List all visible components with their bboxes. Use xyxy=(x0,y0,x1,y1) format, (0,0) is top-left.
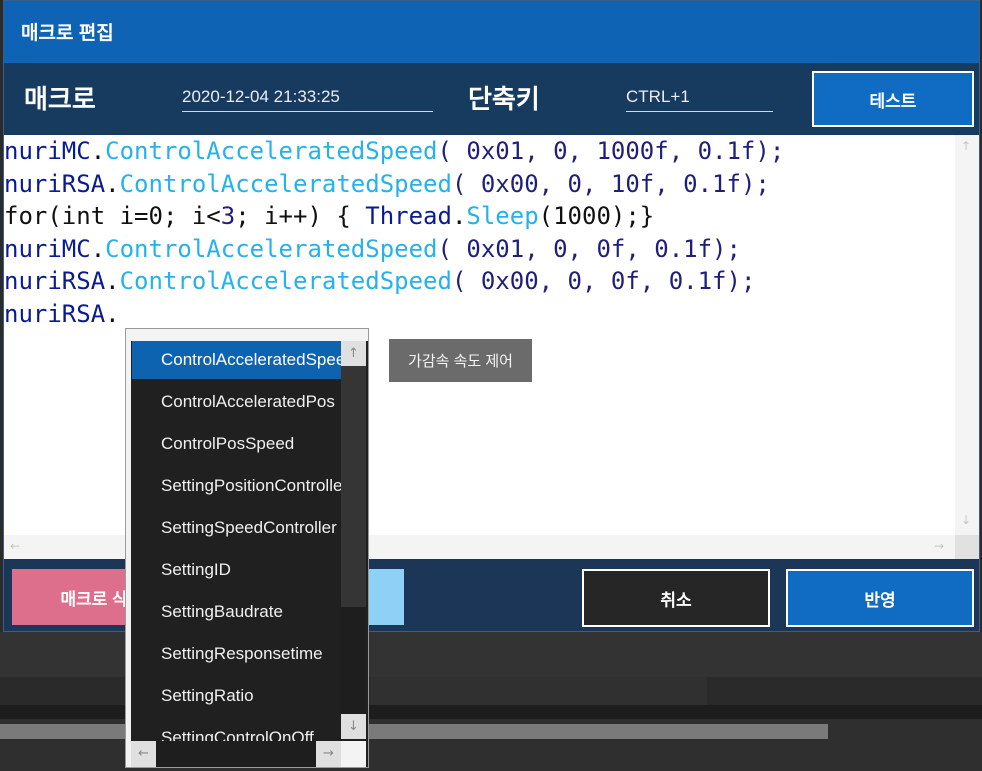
shortcut-field[interactable]: CTRL+1 xyxy=(626,83,773,112)
code-token: (1000);} xyxy=(538,202,655,230)
autocomplete-item[interactable]: SettingSpeedController xyxy=(132,509,341,547)
scroll-down-icon[interactable]: ↓ xyxy=(961,513,971,527)
code-token: ControlAcceleratedSpeed xyxy=(119,267,452,295)
code-token: 3 xyxy=(220,202,236,230)
code-token: ( 0x00, 0, 10f, 0.1f); xyxy=(451,169,770,198)
code-token: ( 0x01, 0, 1000f, 0.1f); xyxy=(437,137,785,165)
popup-scrollbar-corner xyxy=(341,741,366,767)
scrollbar-corner xyxy=(955,535,979,559)
code-line[interactable]: nuriRSA.ControlAcceleratedSpeed( 0x00, 0… xyxy=(4,265,784,298)
code-token: Thread xyxy=(365,202,452,230)
autocomplete-popup[interactable]: ControlAcceleratedSpeed ControlAccelerate… xyxy=(125,328,369,768)
autocomplete-item[interactable]: SettingPositionController xyxy=(132,467,341,505)
code-token: ControlAcceleratedSpeed xyxy=(119,169,452,198)
title-bar: 매크로 편집 xyxy=(4,1,979,63)
autocomplete-tooltip: 가감속 속도 제어 xyxy=(389,339,532,382)
code-token: for(int i=0; i< xyxy=(4,202,221,230)
popup-border xyxy=(126,329,131,767)
popup-scroll-right-icon[interactable]: → xyxy=(316,741,341,767)
popup-border xyxy=(126,329,368,341)
test-button[interactable]: 테스트 xyxy=(812,71,974,127)
autocomplete-item[interactable]: ControlAcceleratedPos xyxy=(132,383,341,421)
apply-button[interactable]: 반영 xyxy=(786,569,974,627)
popup-horizontal-scrollbar[interactable] xyxy=(131,741,341,767)
popup-scroll-thumb[interactable] xyxy=(341,341,366,607)
scroll-up-icon[interactable]: ↑ xyxy=(961,139,971,153)
window-title: 매크로 편집 xyxy=(21,23,114,44)
autocomplete-item[interactable]: SettingResponsetime xyxy=(132,635,341,673)
shortcut-label: 단축키 xyxy=(468,84,540,114)
code-token: . xyxy=(90,234,106,263)
code-token: nuriRSA xyxy=(4,169,106,198)
scroll-right-icon[interactable]: → xyxy=(934,539,944,553)
autocomplete-item[interactable]: ControlPosSpeed xyxy=(132,425,341,463)
autocomplete-item[interactable]: SettingRatio xyxy=(132,677,341,715)
popup-scroll-left-icon[interactable]: ← xyxy=(131,741,156,767)
code-token: nuriRSA xyxy=(4,299,106,328)
code-token: . xyxy=(90,137,106,165)
code-token: . xyxy=(105,267,120,295)
code-line[interactable]: nuriMC.ControlAcceleratedSpeed( 0x01, 0,… xyxy=(4,135,784,168)
code-token: ( 0x01, 0, 0f, 0.1f); xyxy=(437,234,741,263)
code-token: ControlAcceleratedSpeed xyxy=(105,137,438,165)
editor-vertical-scrollbar[interactable]: ↑ ↓ xyxy=(955,135,979,535)
code-token: . xyxy=(105,299,120,328)
code-token: ControlAcceleratedSpeed xyxy=(105,234,438,263)
macro-label: 매크로 xyxy=(24,84,96,114)
code-line[interactable]: nuriMC.ControlAcceleratedSpeed( 0x01, 0,… xyxy=(4,233,784,266)
code-token: nuriMC xyxy=(4,234,91,263)
code-line[interactable]: for(int i=0; i<3; i++) { Thread.Sleep(10… xyxy=(4,200,784,233)
popup-scroll-down-icon[interactable]: ↓ xyxy=(341,714,366,739)
popup-scroll-up-icon[interactable]: ↑ xyxy=(341,341,366,366)
macro-name-field[interactable]: 2020-12-04 21:33:25 xyxy=(182,83,433,112)
code-line[interactable]: nuriRSA. xyxy=(4,298,784,331)
code-text[interactable]: nuriMC.ControlAcceleratedSpeed( 0x01, 0,… xyxy=(4,135,784,330)
cancel-button[interactable]: 취소 xyxy=(582,569,770,627)
autocomplete-item[interactable]: SettingID xyxy=(132,551,341,589)
code-token: . xyxy=(105,169,120,198)
code-line[interactable]: nuriRSA.ControlAcceleratedSpeed( 0x00, 0… xyxy=(4,168,784,201)
code-token: Sleep xyxy=(466,202,539,230)
code-token: ; i++) { xyxy=(235,202,366,230)
autocomplete-item[interactable]: ControlAcceleratedSpeed xyxy=(132,341,341,379)
scroll-left-icon[interactable]: ← xyxy=(10,539,20,553)
code-token: . xyxy=(451,202,467,230)
code-token: nuriMC xyxy=(4,137,91,165)
code-token: nuriRSA xyxy=(4,267,106,295)
macro-header: 매크로 2020-12-04 21:33:25 단축키 CTRL+1 테스트 xyxy=(4,63,979,135)
code-token: ( 0x00, 0, 0f, 0.1f); xyxy=(451,267,756,295)
autocomplete-item[interactable]: SettingBaudrate xyxy=(132,593,341,631)
